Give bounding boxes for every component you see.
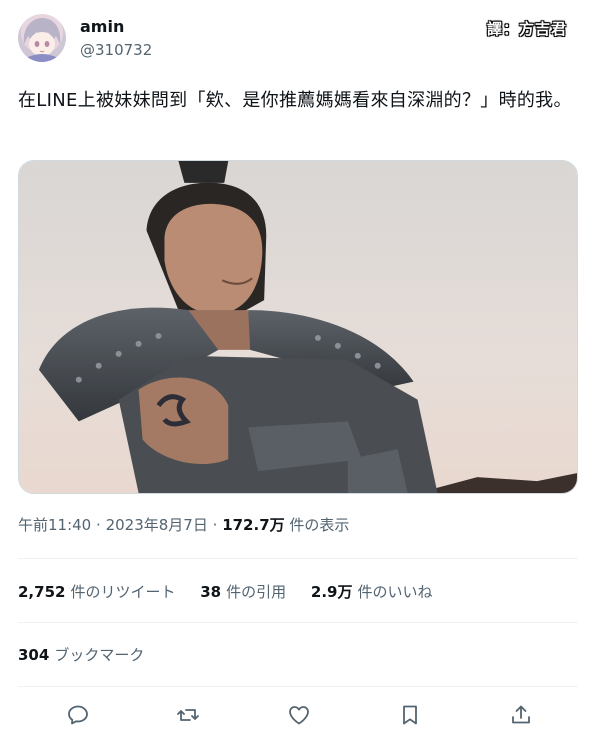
meta-separator: ·: [212, 516, 218, 534]
retweets-stat[interactable]: 2,752 件のリツイート: [18, 581, 175, 602]
author-avatar[interactable]: [18, 14, 66, 62]
tweet-date[interactable]: 2023年8月7日: [106, 516, 208, 534]
like-button[interactable]: [281, 697, 317, 733]
author-display-name[interactable]: amin: [80, 17, 124, 36]
tweet-text: 在LINE上被妹妹問到「欸、是你推薦媽媽看來自深淵的？」時的我。: [18, 90, 572, 111]
views-count: 172.7万: [222, 516, 285, 534]
retweet-button[interactable]: [170, 697, 206, 733]
reply-icon: [68, 705, 88, 725]
tweet-metadata: 午前11:40 · 2023年8月7日 · 172.7万 件の表示: [18, 514, 349, 535]
share-button[interactable]: [503, 697, 539, 733]
bookmarks-stat[interactable]: 304 ブックマーク: [18, 644, 144, 665]
tweet-time[interactable]: 午前11:40: [18, 516, 91, 534]
bookmark-button[interactable]: [392, 697, 428, 733]
action-bar: [18, 697, 578, 733]
engagement-stats: 2,752 件のリツイート 38 件の引用 2.9万 件のいいね: [18, 581, 453, 602]
divider: [18, 558, 578, 559]
anime-avatar-icon: [23, 18, 61, 62]
likes-label: 件のいいね: [357, 583, 433, 601]
translator-watermark: 譯：方吉君: [487, 20, 568, 38]
bookmark-icon: [403, 705, 417, 725]
bookmarks-label: ブックマーク: [54, 646, 145, 664]
author-handle[interactable]: @310732: [80, 41, 152, 59]
reply-button[interactable]: [60, 697, 96, 733]
retweets-label: 件のリツイート: [70, 583, 176, 601]
retweet-icon: [177, 709, 199, 721]
quotes-label: 件の引用: [226, 583, 287, 601]
tweet-photo[interactable]: [18, 160, 578, 494]
like-icon: [289, 706, 309, 725]
armored-warrior-photo: [19, 161, 577, 493]
retweets-count: 2,752: [18, 583, 66, 601]
likes-count: 2.9万: [310, 583, 353, 601]
bookmarks-count: 304: [18, 646, 50, 664]
divider: [18, 622, 578, 623]
quotes-count: 38: [200, 583, 222, 601]
share-icon: [512, 705, 530, 724]
divider: [18, 686, 578, 687]
quotes-stat[interactable]: 38 件の引用: [200, 581, 286, 602]
views-label: 件の表示: [289, 516, 350, 534]
meta-separator: ·: [96, 516, 101, 534]
likes-stat[interactable]: 2.9万 件のいいね: [311, 581, 433, 602]
